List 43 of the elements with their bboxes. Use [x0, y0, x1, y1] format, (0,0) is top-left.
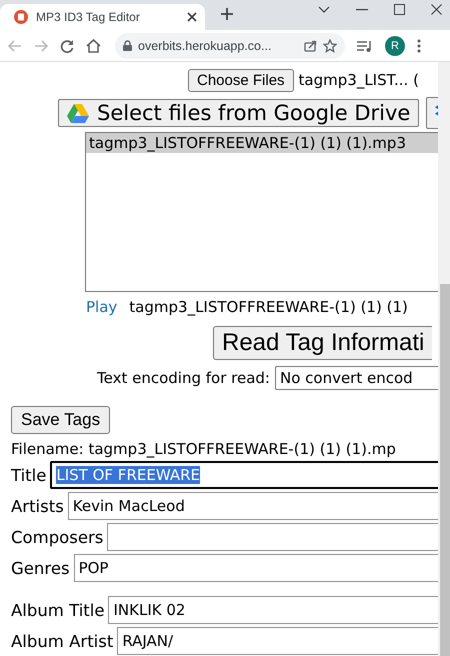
text-input[interactable]: Kevin MacLeod — [68, 492, 438, 520]
favicon-icon — [14, 10, 28, 24]
lock-icon — [123, 40, 132, 51]
text-input[interactable]: LIST OF FREEWARE — [50, 461, 438, 489]
save-tags-button[interactable]: Save Tags — [11, 406, 110, 434]
chevron-down-icon[interactable] — [318, 6, 330, 14]
file-option[interactable]: tagmp3_LISTOFFREEWARE-(1) (1) (1).mp3 — [86, 133, 438, 153]
text-input[interactable]: RAJAN/ — [117, 627, 438, 655]
maximize-icon[interactable] — [394, 4, 405, 15]
encoding-select[interactable]: No convert encod — [274, 366, 438, 390]
drive-icon — [67, 104, 89, 122]
reload-icon[interactable] — [60, 38, 74, 52]
text-input[interactable]: POP — [74, 554, 438, 582]
plus-icon[interactable] — [221, 8, 233, 20]
home-icon[interactable] — [86, 38, 101, 52]
close-icon[interactable] — [431, 4, 442, 15]
scrollbar[interactable] — [438, 62, 450, 656]
read-tag-button[interactable]: Read Tag Informati — [213, 326, 432, 360]
menu-icon[interactable] — [417, 38, 421, 52]
star-icon[interactable] — [323, 38, 337, 52]
profile-avatar[interactable]: R — [385, 36, 405, 56]
field-label: Title — [11, 466, 46, 484]
text-input[interactable] — [107, 523, 438, 551]
field-label: Composers — [11, 528, 104, 546]
google-drive-button[interactable]: Select files from Google Drive — [58, 99, 420, 127]
minimize-icon[interactable] — [356, 8, 368, 10]
field-label: Album Title — [11, 600, 104, 620]
player-file-name: tagmp3_LISTOFFREEWARE-(1) (1) (1) — [129, 298, 408, 316]
media-queue-icon[interactable] — [357, 40, 373, 52]
field-label: Genres — [11, 558, 70, 578]
encoding-label: Text encoding for read: — [97, 369, 270, 387]
close-icon[interactable] — [187, 12, 197, 22]
filename-text: Filename: tagmp3_LISTOFFREEWARE-(1) (1) (1).mp — [11, 440, 397, 458]
field-label: Album Artist — [11, 632, 114, 650]
file-listbox[interactable]: tagmp3_LISTOFFREEWARE-(1) (1) (1).mp3 — [85, 132, 438, 292]
choose-files-button[interactable]: Choose Files — [188, 68, 294, 92]
chosen-file-text: tagmp3_LIST... ( — [298, 71, 419, 89]
play-link[interactable]: Play — [86, 298, 118, 316]
browser-tab[interactable]: MP3 ID3 Tag Editor — [0, 4, 205, 30]
field-label: Artists — [11, 496, 64, 516]
address-bar[interactable]: overbits.herokuapp.co... — [115, 32, 345, 58]
text-input[interactable]: INKLIK 02 — [108, 596, 438, 624]
share-icon[interactable] — [304, 40, 317, 52]
